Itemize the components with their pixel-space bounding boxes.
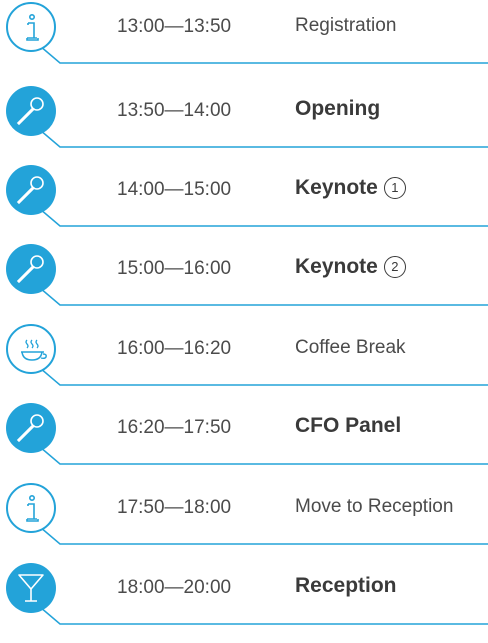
row-underline — [39, 446, 488, 465]
microphone-icon — [6, 244, 56, 294]
agenda-row-keynote-1: 14:00—15:00 Keynote 1 — [0, 165, 488, 245]
time-range: 14:00—15:00 — [117, 179, 232, 200]
row-underline — [39, 129, 488, 148]
session-number-badge: 2 — [383, 256, 406, 278]
agenda-row-cfo-panel: 16:20—17:50 CFO Panel — [0, 403, 488, 483]
agenda-row-registration: 13:00—13:50 Registration — [0, 2, 488, 82]
time-range: 15:00—16:00 — [117, 258, 232, 279]
time-range: 17:50—18:00 — [117, 497, 232, 518]
session-title: Reception — [295, 574, 397, 597]
microphone-icon — [6, 86, 56, 136]
row-underline — [39, 208, 488, 227]
row-underline — [39, 606, 488, 625]
row-underline — [39, 526, 488, 545]
session-title: Registration — [295, 15, 397, 36]
session-title: Opening — [295, 97, 381, 120]
time-range: 16:00—16:20 — [117, 338, 232, 359]
microphone-icon — [6, 403, 56, 453]
session-title: Keynote 2 — [295, 255, 406, 279]
time-range: 16:20—17:50 — [117, 417, 232, 438]
agenda-row-keynote-2: 15:00—16:00 Keynote 2 — [0, 244, 488, 324]
session-title: Coffee Break — [295, 337, 406, 358]
microphone-icon — [6, 165, 56, 215]
session-title-text: Keynote — [295, 176, 378, 199]
coffee-cup-icon — [6, 324, 56, 374]
info-icon — [6, 2, 56, 52]
agenda-row-move-to-reception: 17:50—18:00 Move to Reception — [0, 483, 488, 563]
info-icon — [6, 483, 56, 533]
cocktail-icon — [6, 563, 56, 613]
session-number-badge: 1 — [383, 177, 406, 199]
row-underline — [39, 287, 488, 306]
row-underline — [39, 45, 488, 64]
session-title: Move to Reception — [295, 496, 454, 517]
time-range: 13:00—13:50 — [117, 16, 232, 37]
session-title-text: Keynote — [295, 255, 378, 278]
session-title: CFO Panel — [295, 414, 402, 437]
agenda-row-reception: 18:00—20:00 Reception — [0, 563, 488, 643]
time-range: 18:00—20:00 — [117, 577, 232, 598]
agenda-row-coffee-break: 16:00—16:20 Coffee Break — [0, 324, 488, 404]
agenda-list: 13:00—13:50 Registration 13:50—14:00 Ope… — [0, 0, 488, 643]
agenda-row-opening: 13:50—14:00 Opening — [0, 86, 488, 166]
row-underline — [39, 367, 488, 386]
session-title: Keynote 1 — [295, 176, 406, 200]
time-range: 13:50—14:00 — [117, 100, 232, 121]
